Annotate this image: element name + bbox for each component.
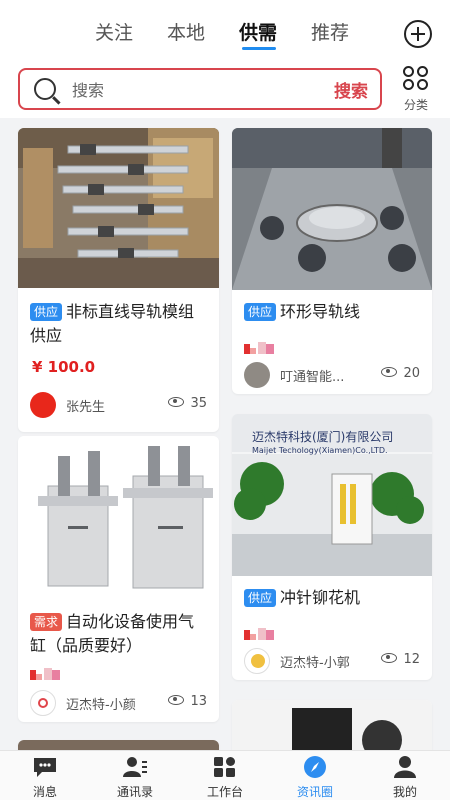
blurred-mark <box>244 342 280 356</box>
supply-tag: 供应 <box>244 589 277 607</box>
tab-supply-demand-label: 供需 <box>239 22 278 44</box>
avatar[interactable] <box>30 392 56 418</box>
profile-icon <box>392 755 418 779</box>
nav-messages[interactable]: 消息 <box>10 755 80 800</box>
eye-icon <box>168 397 185 407</box>
post-card[interactable] <box>232 700 432 750</box>
view-count-value: 20 <box>403 366 420 381</box>
author-name[interactable]: 迈杰特-小颜 <box>66 694 136 713</box>
post-card[interactable]: 需求 自动化设备使用气缸（品质要好） 迈杰特-小颜 13 <box>18 436 219 722</box>
search-button[interactable]: 搜索 <box>334 77 368 102</box>
post-title: 需求 自动化设备使用气缸（品质要好） <box>30 610 210 658</box>
eye-icon <box>381 653 398 663</box>
post-title: 供应 冲针铆花机 <box>244 586 424 610</box>
feed-grid: 供应 非标直线导轨模组供应 ¥ 100.0 张先生 35 需求 自动化设备使用气… <box>0 118 450 750</box>
avatar[interactable] <box>30 690 56 716</box>
nav-profile-label: 我的 <box>392 785 417 799</box>
supply-tag: 供应 <box>244 303 277 321</box>
post-image <box>18 128 219 288</box>
nav-news-circle[interactable]: 资讯圈 <box>280 755 350 800</box>
post-meta: 叮通智能... 20 <box>244 362 422 388</box>
nav-workbench[interactable]: 工作台 <box>190 755 260 800</box>
view-count: 12 <box>381 652 420 667</box>
post-meta: 张先生 35 <box>30 392 209 418</box>
author-name[interactable]: 张先生 <box>66 396 105 415</box>
view-count-value: 13 <box>190 694 207 709</box>
post-card[interactable]: 迈杰特科技(厦门)有限公司 Maijet Techology(Xiamen)Co… <box>232 414 432 680</box>
post-title-text: 环形导轨线 <box>280 302 361 321</box>
post-price: ¥ 100.0 <box>32 358 96 376</box>
search-bar-area: 搜索 <box>0 60 450 118</box>
nav-messages-label: 消息 <box>32 785 57 799</box>
category-icon <box>401 66 431 92</box>
company-sign: 迈杰特科技(厦门)有限公司 Maijet Techology(Xiamen)Co… <box>252 430 422 458</box>
company-sign-line1: 迈杰特科技(厦门)有限公司 <box>252 430 394 444</box>
post-title: 供应 环形导轨线 <box>244 300 424 324</box>
chat-icon <box>32 755 58 779</box>
post-image <box>18 740 219 750</box>
search-input[interactable] <box>72 78 312 102</box>
blurred-mark <box>30 668 66 682</box>
top-bar: 关注 本地 供需 推荐 <box>0 0 450 60</box>
search-box: 搜索 <box>18 68 382 110</box>
tab-supply-demand[interactable]: 供需 <box>239 20 311 50</box>
tab-local[interactable]: 本地 <box>167 20 239 50</box>
nav-profile[interactable]: 我的 <box>370 755 440 800</box>
view-count: 35 <box>168 396 207 411</box>
post-card[interactable]: 供应 环形导轨线 叮通智能... 20 <box>232 128 432 394</box>
active-tab-underline <box>242 47 276 50</box>
post-meta: 迈杰特-小郭 12 <box>244 648 422 674</box>
nav-contacts-label: 通讯录 <box>116 785 153 799</box>
author-name[interactable]: 叮通智能... <box>280 366 344 385</box>
post-card[interactable] <box>18 740 219 750</box>
post-image <box>232 128 432 290</box>
view-count-value: 12 <box>403 652 420 667</box>
contacts-icon <box>122 755 148 779</box>
bottom-nav: 消息 通讯录 工作台 资讯圈 我的 <box>0 750 450 800</box>
post-card[interactable]: 供应 非标直线导轨模组供应 ¥ 100.0 张先生 35 <box>18 128 219 432</box>
post-image <box>232 700 432 750</box>
plus-circle-icon[interactable] <box>404 20 432 48</box>
nav-workbench-label: 工作台 <box>206 785 243 799</box>
supply-tag: 供应 <box>30 303 63 321</box>
company-sign-line2: Maijet Techology(Xiamen)Co.,LTD. <box>252 446 388 455</box>
tab-follow[interactable]: 关注 <box>95 20 167 50</box>
view-count: 13 <box>168 694 207 709</box>
tab-recommend[interactable]: 推荐 <box>311 20 383 50</box>
post-title: 供应 非标直线导轨模组供应 <box>30 300 210 348</box>
avatar[interactable] <box>244 648 270 674</box>
eye-icon <box>381 367 398 377</box>
demand-tag: 需求 <box>30 613 63 631</box>
nav-contacts[interactable]: 通讯录 <box>100 755 170 800</box>
author-name[interactable]: 迈杰特-小郭 <box>280 652 350 671</box>
workbench-icon <box>212 755 238 779</box>
search-icon <box>34 78 56 100</box>
post-meta: 迈杰特-小颜 13 <box>30 690 209 716</box>
post-image <box>18 436 219 598</box>
post-title-text: 冲针铆花机 <box>280 588 361 607</box>
eye-icon <box>168 695 185 705</box>
nav-news-circle-label: 资讯圈 <box>296 785 333 799</box>
view-count: 20 <box>381 366 420 381</box>
avatar[interactable] <box>244 362 270 388</box>
feed-tabs: 关注 本地 供需 推荐 <box>95 20 383 50</box>
view-count-value: 35 <box>190 396 207 411</box>
post-image: 迈杰特科技(厦门)有限公司 Maijet Techology(Xiamen)Co… <box>232 414 432 576</box>
category-button[interactable]: 分类 <box>396 66 436 114</box>
category-label: 分类 <box>403 98 428 112</box>
blurred-mark <box>244 628 280 642</box>
compass-icon <box>302 755 328 779</box>
